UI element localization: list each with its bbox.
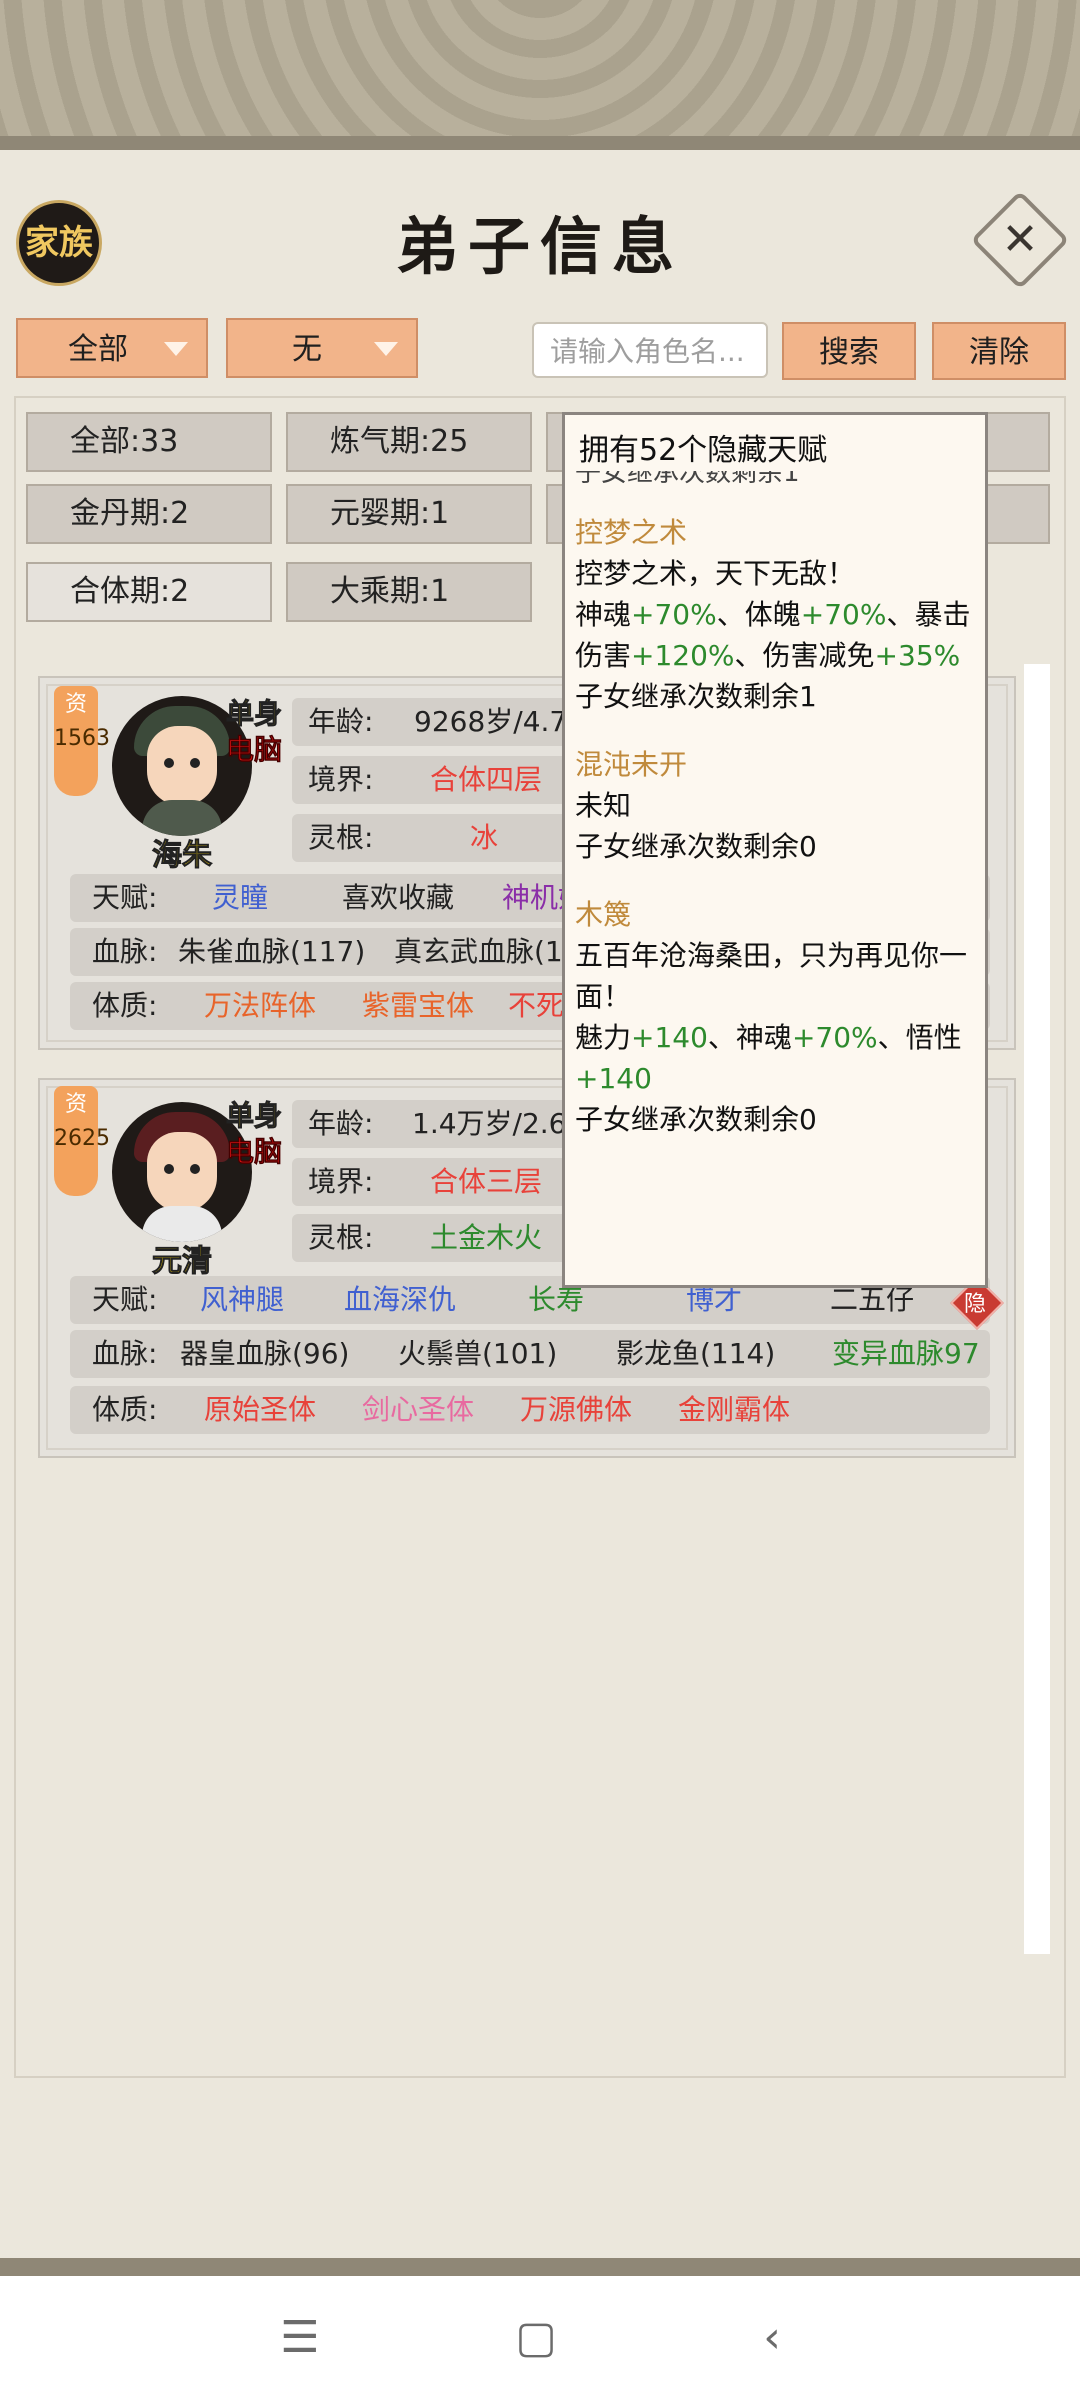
computer-tag: 电脑 — [226, 1135, 283, 1169]
computer-tag: 电脑 — [226, 733, 283, 767]
clan-button[interactable]: 家族 — [16, 200, 102, 286]
filter-integration[interactable]: 合体期:2 — [26, 562, 272, 622]
talent-name: 木篾 — [575, 898, 632, 931]
talent-desc: 未知 — [575, 789, 632, 822]
root-label: 灵根: — [308, 1221, 374, 1254]
clear-button[interactable]: 清除 — [932, 322, 1066, 380]
menu-icon[interactable]: ☰ — [270, 2316, 330, 2360]
realm-value: 合体四层 — [430, 763, 543, 796]
physique-item: 金刚霸体 — [678, 1393, 791, 1426]
disciple-name: 元清 — [152, 1244, 213, 1280]
chevron-down-icon — [374, 342, 398, 356]
bloodline-item: 火鬃兽(101) — [398, 1337, 558, 1370]
talent-effect: 魅力+140、神魂+70%、悟性+140 — [575, 1021, 962, 1095]
realm-value: 合体三层 — [430, 1165, 543, 1198]
aptitude-value: 1563 — [54, 726, 110, 751]
root-value: 冰 — [470, 821, 499, 854]
age-value: 1.4万岁/2.6 — [412, 1107, 567, 1140]
search-input[interactable]: 请输入角色名... — [532, 322, 768, 378]
talent-name: 控梦之术 — [575, 516, 688, 549]
filter-golden-core[interactable]: 金丹期:2 — [26, 484, 272, 544]
disciple-name: 海朱 — [152, 838, 213, 874]
single-tag: 单身 — [225, 1099, 283, 1133]
filter-all[interactable]: 全部:33 — [26, 412, 272, 472]
search-button[interactable]: 搜索 — [782, 322, 916, 380]
secondary-dropdown-value: 无 — [292, 332, 322, 367]
talent-item[interactable]: 喜欢收藏 — [342, 874, 454, 922]
scrollbar[interactable] — [1024, 664, 1050, 1954]
root-value: 土金木火 — [430, 1221, 543, 1254]
home-square-icon[interactable]: ▢ — [506, 2316, 566, 2360]
filter-qi-refining[interactable]: 炼气期:25 — [286, 412, 532, 472]
aptitude-badge: 资 2625 — [54, 1086, 110, 1196]
physique-item: 剑心圣体 — [362, 1393, 475, 1426]
bloodline-item: 真玄武血脉(10 — [394, 935, 581, 968]
root-label: 灵根: — [308, 821, 374, 854]
popup-body[interactable]: 子女继承次数剩余1 控梦之术 控梦之术，天下无敌！ 神魂+70%、体魄+70%、… — [575, 471, 975, 1140]
physique-label: 体质: — [92, 1393, 158, 1426]
category-dropdown[interactable]: 全部 — [16, 318, 208, 378]
talent-inherit: 子女继承次数剩余0 — [575, 830, 817, 863]
age-label: 年龄: — [308, 705, 374, 738]
bloodline-label: 血脉: — [92, 935, 158, 968]
cut-off-line: 子女继承次数剩余1 — [575, 471, 975, 485]
bloodline-label: 血脉: — [92, 1337, 158, 1370]
aptitude-badge: 资 1563 — [54, 686, 110, 796]
category-dropdown-value: 全部 — [68, 332, 128, 367]
talent-label: 天赋: — [92, 1283, 158, 1316]
talent-inherit: 子女继承次数剩余0 — [575, 1103, 817, 1136]
physique-label: 体质: — [92, 989, 158, 1022]
talent-inherit: 子女继承次数剩余1 — [575, 680, 817, 713]
realm-label: 境界: — [308, 1165, 374, 1198]
talent-effect: 神魂+70%、体魄+70%、暴击伤害+120%、伤害减免+35% — [575, 598, 971, 672]
physique-item: 原始圣体 — [204, 1393, 317, 1426]
physique-item: 紫雷宝体 — [362, 989, 475, 1022]
physique-item: 不死 — [508, 989, 565, 1022]
talent-item[interactable]: 风神腿 — [200, 1276, 284, 1324]
age-label: 年龄: — [308, 1107, 374, 1140]
bloodline-item: 朱雀血脉(117) — [178, 935, 366, 968]
hidden-talents-popup[interactable]: 拥有52个隐藏天赋 子女继承次数剩余1 控梦之术 控梦之术，天下无敌！ 神魂+7… — [562, 412, 988, 1288]
talent-desc: 控梦之术，天下无敌！ — [575, 557, 856, 590]
physique-item: 万源佛体 — [520, 1393, 633, 1426]
bloodline-item: 影龙鱼(114) — [616, 1337, 776, 1370]
popup-header: 拥有52个隐藏天赋 — [579, 433, 828, 468]
talent-item[interactable]: 血海深仇 — [344, 1276, 456, 1324]
talent-name: 混沌未开 — [575, 748, 688, 781]
bloodline-item: 器皇血脉(96) — [180, 1337, 350, 1370]
filter-nascent-soul[interactable]: 元婴期:1 — [286, 484, 532, 544]
realm-label: 境界: — [308, 763, 374, 796]
back-chevron-icon[interactable]: ‹ — [742, 2316, 802, 2360]
talent-label: 天赋: — [92, 881, 158, 914]
panel-bottom-border — [0, 2258, 1080, 2276]
page-title: 弟子信息 — [395, 210, 684, 283]
chevron-down-icon — [164, 342, 188, 356]
secondary-dropdown[interactable]: 无 — [226, 318, 418, 378]
single-tag: 单身 — [225, 697, 283, 731]
physique-item: 万法阵体 — [204, 989, 317, 1022]
age-value: 9268岁/4.7 — [414, 705, 568, 738]
top-decor-band — [0, 0, 1080, 150]
bloodline-item: 变异血脉97(1 — [832, 1337, 982, 1370]
filter-mahayana[interactable]: 大乘期:1 — [286, 562, 532, 622]
hidden-talent-label: 隐 — [964, 1292, 987, 1317]
aptitude-value: 2625 — [54, 1126, 110, 1151]
close-icon[interactable]: ✕ — [985, 205, 1055, 275]
talent-item[interactable]: 灵瞳 — [212, 874, 268, 922]
talent-desc: 五百年沧海桑田，只为再见你一面！ — [575, 939, 968, 1013]
